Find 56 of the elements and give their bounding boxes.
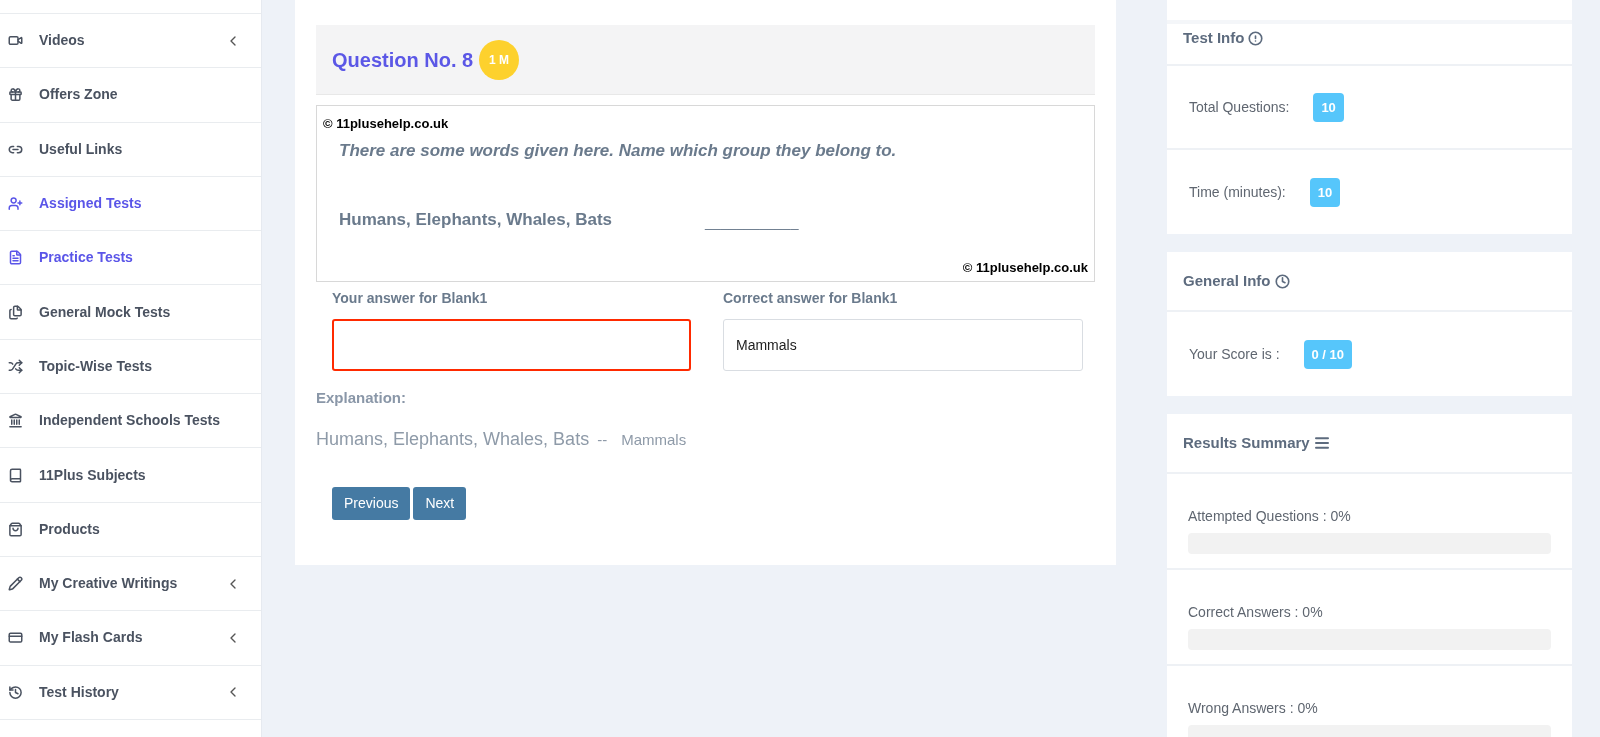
sidebar-item[interactable]: Products: [0, 502, 261, 557]
sidebar-item[interactable]: Assigned Tests: [0, 176, 261, 232]
credit-card-icon: [8, 630, 23, 646]
question-title: Question No. 8: [332, 47, 474, 73]
sidebar-item[interactable]: Test History: [0, 665, 261, 720]
bank-icon: [8, 413, 23, 429]
field-label: Correct answer for Blank1: [723, 289, 899, 308]
card-title: Test Info: [1183, 27, 1245, 48]
sidebar-item[interactable]: Offers Zone: [0, 68, 261, 123]
nav-button[interactable]: Previous: [332, 486, 411, 520]
sidebar-item[interactable]: Topic-Wise Tests: [0, 339, 261, 395]
info-label: Your Score is :: [1189, 344, 1280, 364]
info-label: Total Questions:: [1189, 97, 1290, 117]
book-icon: [8, 467, 23, 483]
list-icon: [1313, 435, 1330, 451]
sidebar-item[interactable]: Independent Schools Tests: [0, 394, 261, 449]
document-icon: [8, 250, 23, 266]
sidebar-item[interactable]: My Flash Cards: [0, 611, 261, 666]
exclamation-icon: [1248, 30, 1264, 46]
history-icon: [8, 684, 23, 700]
value-badge: 10: [1309, 177, 1341, 207]
value-badge: 10: [1313, 92, 1344, 122]
sidebar-item[interactable]: General Mock Tests: [0, 285, 261, 340]
gift-icon: [8, 87, 23, 103]
copyright-text: © 11plusehelp.co.uk: [962, 258, 1088, 277]
clock-icon: [1274, 273, 1290, 289]
answer-blank: ____________: [705, 212, 799, 232]
result-label: Correct Answers : 0%: [1188, 603, 1324, 622]
nav-button[interactable]: Next: [413, 486, 467, 520]
result-label: Attempted Questions : 0%: [1188, 507, 1352, 526]
card-title: Results Summary: [1183, 432, 1310, 453]
marks-badge: 1 M: [479, 39, 520, 80]
your-answer-field[interactable]: [332, 319, 691, 371]
result-label: Wrong Answers : 0%: [1188, 699, 1319, 718]
files-icon: [8, 304, 23, 320]
explanation-label: Explanation:: [316, 388, 407, 408]
explanation-words: Humans, Elephants, Whales, Bats: [316, 427, 590, 451]
sidebar-item[interactable]: Videos: [0, 14, 261, 69]
shuffle-icon: [8, 358, 23, 374]
value-badge: 0 / 10: [1303, 339, 1353, 369]
field-label: Your answer for Blank1: [332, 289, 489, 308]
explanation-answer: Mammals: [621, 429, 687, 450]
info-label: Time (minutes):: [1189, 182, 1286, 202]
user-plus-icon: [8, 196, 23, 212]
question-words: Humans, Elephants, Whales, Bats: [339, 209, 613, 231]
shopping-bag-icon: [8, 521, 23, 537]
card-title: General Info: [1183, 270, 1271, 291]
explanation-separator: --: [597, 429, 608, 450]
question-instruction: There are some words given here. Name which group they belong to.: [339, 139, 898, 162]
correct-answer-field: Mammals: [723, 319, 1083, 371]
sidebar-item[interactable]: 11Plus Subjects: [0, 448, 261, 503]
copyright-text: © 11plusehelp.co.uk: [323, 115, 450, 133]
sidebar-item[interactable]: Practice Tests: [0, 231, 261, 286]
sidebar-item[interactable]: Useful Links: [0, 122, 261, 177]
pencil-icon: [8, 576, 23, 592]
sidebar-item[interactable]: My Creative Writings: [0, 556, 261, 612]
